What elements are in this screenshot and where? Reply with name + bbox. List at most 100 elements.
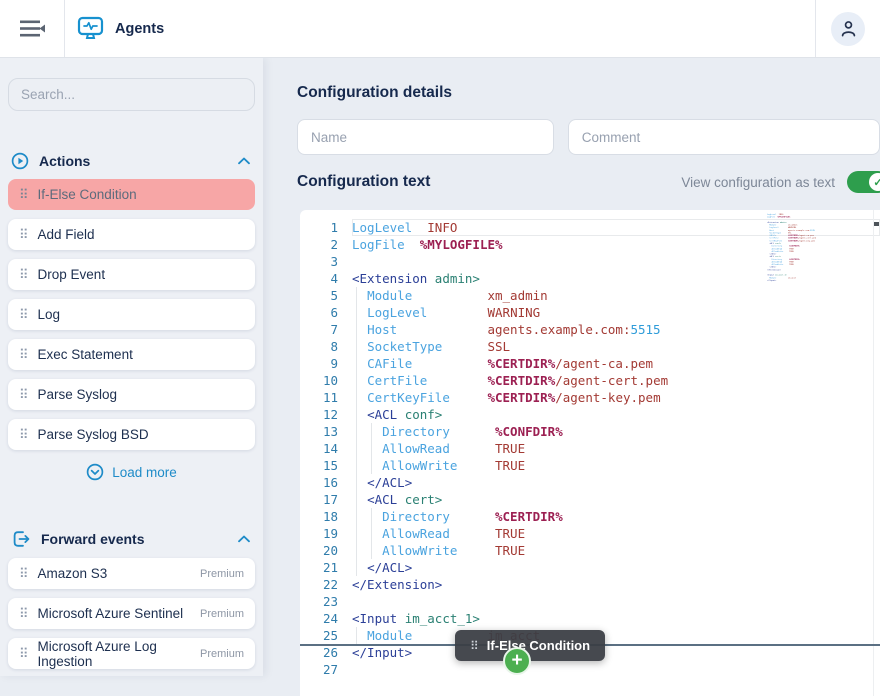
view-as-text-toggle[interactable]: ✓ [847,171,880,193]
search-input[interactable] [8,78,255,111]
line-number: 11 [300,389,338,406]
code-line-content: Directory %CERTDIR% [352,508,880,525]
user-icon [839,19,858,38]
section-label-forward-events: Forward events [41,531,144,547]
code-line[interactable]: 27 [300,661,880,678]
brand: Agents [65,16,164,41]
agents-logo-icon [77,16,104,41]
indent-guide [356,440,357,457]
drag-handle-icon[interactable]: ⠿ [19,188,29,201]
sidebar-item-parse-syslog[interactable]: ⠿Parse Syslog [8,379,255,410]
code-editor[interactable]: 1LogLevel INFO2LogFile %MYLOGFILE%34<Ext… [300,210,880,696]
drag-handle-icon[interactable]: ⠿ [19,348,29,361]
sidebar-item-parse-syslog-bsd[interactable]: ⠿Parse Syslog BSD [8,419,255,450]
page-title: Agents [115,21,164,37]
sidebar-item-amazon-s3[interactable]: ⠿Amazon S3Premium [8,558,255,589]
code-line[interactable]: 21 </ACL> [300,559,880,576]
code-line-content: <Input im_acct_1> [352,610,880,627]
name-input[interactable] [297,119,554,155]
load-more-label: Load more [112,465,177,480]
details-inputs-row [297,119,880,155]
code-line[interactable]: 13 Directory %CONFDIR% [300,423,880,440]
line-number: 20 [300,542,338,559]
toggle-knob-check-icon: ✓ [869,173,880,191]
divider [815,0,816,57]
drag-handle-icon[interactable]: ⠿ [19,607,29,620]
scrollbar-thumb[interactable] [874,222,879,226]
sidebar-item-microsoft-azure-sentinel[interactable]: ⠿Microsoft Azure SentinelPremium [8,598,255,629]
code-line-content: Directory %CONFDIR% [352,423,880,440]
code-line[interactable]: 17 <ACL cert> [300,491,880,508]
configuration-details-heading: Configuration details [297,84,880,102]
indent-guide [356,338,357,355]
code-line-content: AllowRead TRUE [352,440,880,457]
code-line-content [352,661,880,678]
actions-icon [11,152,29,170]
chevron-up-icon [238,535,250,543]
code-line[interactable]: 10 CertFile %CERTDIR%/agent-cert.pem [300,372,880,389]
code-line-content: AllowRead TRUE [352,525,880,542]
premium-badge: Premium [200,648,244,660]
code-line[interactable]: 23 [300,593,880,610]
drag-handle-icon: ⠿ [470,639,479,653]
drag-handle-icon[interactable]: ⠿ [19,308,29,321]
drag-handle-icon[interactable]: ⠿ [19,388,29,401]
code-line[interactable]: 11 CertKeyFile %CERTDIR%/agent-key.pem [300,389,880,406]
topbar-right [815,0,880,57]
sidebar-item-microsoft-azure-log-ingestion[interactable]: ⠿Microsoft Azure Log IngestionPremium [8,638,255,669]
code-line[interactable]: 14 AllowRead TRUE [300,440,880,457]
drag-handle-icon[interactable]: ⠿ [19,228,29,241]
indent-guide [371,457,372,474]
indent-guide [356,287,357,304]
indent-guide [356,525,357,542]
drag-handle-icon[interactable]: ⠿ [19,567,29,580]
drag-handle-icon[interactable]: ⠿ [19,647,29,660]
comment-input[interactable] [568,119,880,155]
sidebar-item-drop-event[interactable]: ⠿Drop Event [8,259,255,290]
line-number: 3 [300,253,338,270]
configuration-text-heading: Configuration text [297,173,430,191]
collapse-forward-chevron[interactable] [236,533,252,545]
sidebar-item-label: Amazon S3 [38,566,108,581]
indent-guide [356,406,357,423]
code-line[interactable]: 9 CAFile %CERTDIR%/agent-ca.pem [300,355,880,372]
line-number: 24 [300,610,338,627]
line-number: 16 [300,474,338,491]
sidebar-collapse-button[interactable] [0,0,64,57]
code-line-content: AllowWrite TRUE [352,457,880,474]
scrollbar-track[interactable] [873,210,880,696]
sidebar-item-label: Microsoft Azure Sentinel [38,606,184,621]
indent-guide [371,423,372,440]
line-number: 18 [300,508,338,525]
indent-guide [371,525,372,542]
line-number: 26 [300,644,338,661]
sidebar-item-if-else-condition[interactable]: ⠿If-Else Condition [8,179,255,210]
code-line[interactable]: 24 <Input im_acct_1> [300,610,880,627]
load-more-button[interactable]: Load more [8,462,255,482]
sidebar-item-log[interactable]: ⠿Log [8,299,255,330]
code-line-content: </ACL> [352,474,880,491]
code-line-content: CAFile %CERTDIR%/agent-ca.pem [352,355,880,372]
collapse-actions-chevron[interactable] [236,155,252,167]
line-number: 17 [300,491,338,508]
indent-guide [371,508,372,525]
code-line[interactable]: 15 AllowWrite TRUE [300,457,880,474]
line-number: 6 [300,304,338,321]
line-number: 10 [300,372,338,389]
section-label-actions: Actions [39,153,90,169]
user-menu-button[interactable] [831,12,865,46]
code-line[interactable]: 19 AllowRead TRUE [300,525,880,542]
code-line[interactable]: 16 </ACL> [300,474,880,491]
sidebar-item-exec-statement[interactable]: ⠿Exec Statement [8,339,255,370]
code-line[interactable]: 20 AllowWrite TRUE [300,542,880,559]
code-line-content: </ACL> [352,559,880,576]
line-number: 21 [300,559,338,576]
drag-handle-icon[interactable]: ⠿ [19,428,29,441]
drag-handle-icon[interactable]: ⠿ [19,268,29,281]
code-line[interactable]: 18 Directory %CERTDIR% [300,508,880,525]
code-line[interactable]: 12 <ACL conf> [300,406,880,423]
line-number: 25 [300,627,338,644]
minimap[interactable]: LogLevel INFOLogFile %MYLOGFILE%<Extensi… [767,213,833,343]
code-line[interactable]: 22</Extension> [300,576,880,593]
sidebar-item-add-field[interactable]: ⠿Add Field [8,219,255,250]
